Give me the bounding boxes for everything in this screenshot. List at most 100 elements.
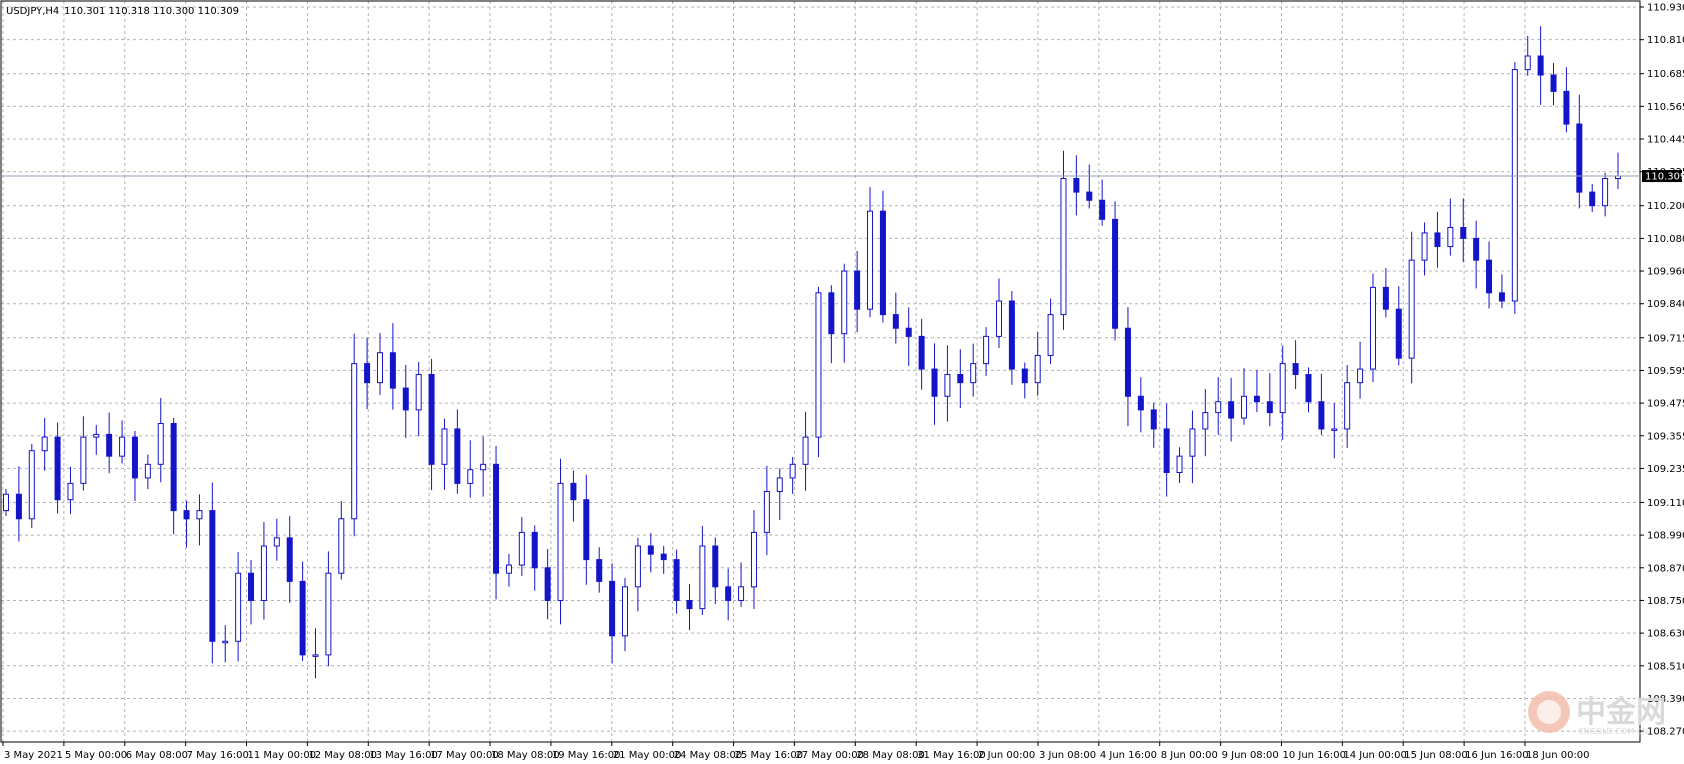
candle-body-bear [931, 368, 938, 397]
candle [299, 561, 306, 662]
time-tick-label: 10 Jun 16:00 [1282, 750, 1346, 761]
candle [1395, 286, 1402, 366]
candle [557, 458, 564, 625]
candle [1563, 67, 1570, 133]
candle-body-bear [1318, 401, 1325, 430]
price-axis: 110.930 110.810 110.685 110.565 110.445 110.3… [1640, 3, 1684, 738]
candle-body-bull [983, 335, 990, 365]
price-tick-label: 108.990 [1647, 531, 1684, 542]
candle [1421, 222, 1428, 276]
candle [1253, 369, 1260, 413]
candle [376, 333, 383, 395]
candle [828, 285, 835, 364]
candle [1137, 377, 1144, 433]
candle [879, 190, 886, 323]
time-tick-label: 7 May 16:00 [187, 750, 249, 761]
candle [389, 323, 396, 410]
candle-body-bear [1253, 395, 1260, 403]
candle-body-bear [15, 493, 22, 520]
candle [1576, 94, 1583, 209]
candle [1034, 332, 1041, 396]
price-tick-label: 108.870 [1647, 563, 1684, 574]
candle-body-bull [815, 292, 822, 438]
time-tick-label: 18 Jun 00:00 [1526, 750, 1590, 761]
price-tick-label: 110.200 [1647, 201, 1684, 212]
candle [1060, 150, 1067, 330]
candle [260, 521, 267, 620]
candle [1124, 307, 1131, 427]
candle-body-bull [67, 482, 74, 501]
candle-body-bull [144, 463, 151, 479]
candle-body-bear [1266, 401, 1273, 414]
candle-body-bear [854, 270, 861, 310]
candle [80, 416, 87, 491]
price-tick-label: 108.630 [1647, 629, 1684, 640]
time-tick-label: 13 May 16:00 [369, 750, 438, 761]
candle-body-bull [1602, 178, 1609, 207]
candle-body-bull [944, 374, 951, 397]
candle-body-bull [312, 654, 319, 657]
candle-body-bear [892, 314, 899, 329]
candle-body-bear [402, 387, 409, 411]
candle-body-bear [1382, 286, 1389, 310]
candle [1524, 35, 1531, 76]
candle-body-bull [260, 545, 267, 601]
time-tick-label: 19 May 16:00 [552, 750, 621, 761]
candle-body-bear [299, 580, 306, 656]
candle [1498, 274, 1505, 309]
candle [609, 563, 616, 664]
candle [28, 443, 35, 528]
candle [286, 516, 293, 603]
price-tick-label: 110.810 [1647, 35, 1684, 46]
candle [248, 559, 255, 625]
candle [1460, 198, 1467, 263]
candle-body-bull [995, 300, 1002, 337]
candle [944, 345, 951, 422]
candle-body-bull [1241, 395, 1248, 419]
candle [93, 424, 100, 455]
candle [1279, 345, 1286, 440]
candle [622, 577, 629, 652]
candle-body-bull [376, 352, 383, 384]
candle [1189, 410, 1196, 484]
candle [583, 474, 590, 585]
price-tick-label: 109.715 [1647, 333, 1684, 344]
candle-body-bear [209, 510, 216, 642]
candle-body-bull [93, 433, 100, 438]
price-tick-label: 109.110 [1647, 498, 1684, 509]
candle [480, 436, 487, 497]
candle [1331, 403, 1338, 459]
candle-body-bear [1550, 74, 1557, 92]
candle-body-bear [544, 567, 551, 601]
candle [1357, 341, 1364, 399]
candle [493, 445, 500, 600]
candle [364, 337, 371, 410]
candle [222, 625, 229, 663]
candle-body-bull [1357, 368, 1364, 384]
candle-body-bear [364, 363, 371, 384]
candle [1266, 373, 1273, 427]
candle-body-bull [518, 531, 525, 566]
candle [1086, 164, 1093, 209]
time-tick-label: 4 Jun 16:00 [1100, 750, 1157, 761]
candle-body-bull [557, 482, 564, 601]
price-tick-label: 108.510 [1647, 661, 1684, 672]
candle [686, 584, 693, 631]
candle-body-bull [634, 545, 641, 588]
candle [351, 333, 358, 537]
candle [106, 412, 113, 474]
candle-body-bull [1060, 178, 1067, 316]
time-tick-label: 12 May 08:00 [308, 750, 377, 761]
price-chart[interactable]: 110.930 110.810 110.685 110.565 110.445 110.3… [0, 0, 1684, 764]
candle-body-bear [725, 586, 732, 601]
candle-body-bear [686, 599, 693, 610]
candle-body-bull [841, 270, 848, 335]
candle [802, 411, 809, 491]
price-tick-label: 110.445 [1647, 135, 1684, 146]
candle [144, 454, 151, 490]
candle [596, 547, 603, 593]
candle [209, 482, 216, 664]
candle-body-bear [905, 327, 912, 337]
candle-body-bear [1305, 374, 1312, 403]
candle [157, 397, 164, 483]
